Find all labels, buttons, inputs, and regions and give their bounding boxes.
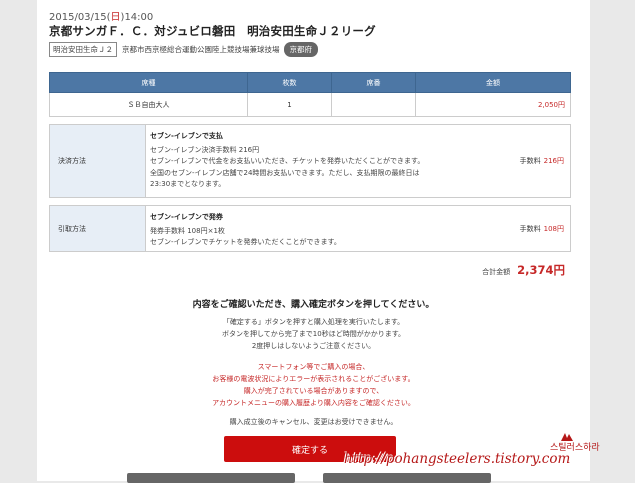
prefecture-badge: 京都府 [283, 41, 318, 57]
col-price: 金額 [415, 72, 571, 93]
pickup-detail-line: セブン-イレブンでチケットを発券いただくことができます。 [150, 238, 341, 246]
payment-detail-line: セブン-イレブンで代金をお支払いいただき、チケットを発券いただくことができます。 [150, 157, 425, 165]
confirm-note-line: 「確定する」ボタンを押すと購入処理を実行いたします。 [222, 318, 405, 326]
pickup-method-heading: セブン-イレブンで発券 [150, 213, 223, 221]
warning-line: スマートフォン等でご購入の場合、 [257, 363, 370, 371]
pickup-fee-amount: 108円 [543, 224, 564, 233]
payment-fee: 手数料 216円 [504, 125, 570, 197]
confirm-notes: 「確定する」ボタンを押すと購入処理を実行いたします。 ボタンを押してから完了まで… [37, 316, 590, 352]
pickup-method-content: セブン-イレブンで発券 発券手数料 108円×1枚 セブン-イレブンでチケットを… [146, 206, 504, 251]
ticket-table: 席種 枚数 席番 金額 ＳＢ自由大人 1 2,050円 [49, 72, 571, 117]
confirm-note-line: ボタンを押してから完了まで10秒ほど時間がかかります。 [222, 330, 405, 338]
secondary-button[interactable] [323, 473, 491, 483]
back-button[interactable] [127, 473, 295, 483]
watermark-url: http://pohangsteelers.tistory.com [344, 451, 571, 467]
payment-detail-line: 23:30までとなります。 [150, 180, 226, 188]
confirm-heading: 内容をご確認いただき、購入確定ボタンを押してください。 [192, 300, 435, 310]
match-date-text: 2015/03/15( [49, 12, 111, 23]
payment-fee-amount: 216円 [543, 157, 564, 165]
match-date: 2015/03/15(日)14:00 [49, 8, 153, 23]
total-amount: 合計金額 2,374円 [482, 262, 565, 278]
total-label: 合計金額 [482, 268, 511, 276]
payment-method-content: セブン-イレブンで支払 セブン-イレブン決済手数料 216円 セブン-イレブンで… [146, 125, 504, 197]
pickup-method-box: 引取方法 セブン-イレブンで発券 発券手数料 108円×1枚 セブン-イレブンで… [49, 205, 571, 252]
payment-method-heading: セブン-イレブンで支払 [150, 132, 223, 140]
payment-fee-label: 手数料 [519, 157, 541, 165]
price-cell: 2,050円 [415, 92, 571, 117]
league-tag: 明治安田生命Ｊ２ [49, 41, 117, 57]
warning-line: 購入が完了されている場合がありますので、 [243, 387, 384, 395]
purchase-confirmation-card: 2015/03/15(日)14:00 京都サンガＦ．Ｃ．対ジュビロ磐田 明治安田… [37, 0, 590, 483]
ticket-table-header: 席種 枚数 席番 金額 [49, 72, 571, 93]
pickup-fee-label: 手数料 [519, 224, 541, 233]
seat-type-cell: ＳＢ自由大人 [49, 92, 248, 117]
payment-detail-line: 全国のセブン-イレブン店舗で24時間お支払いできます。ただし、支払期限の最終日は [150, 168, 420, 177]
payment-detail-line: セブン-イレブン決済手数料 216円 [150, 145, 260, 154]
col-seat-type: 席種 [49, 72, 248, 93]
match-title: 京都サンガＦ．Ｃ．対ジュビロ磐田 明治安田生命Ｊ２リーグ [49, 24, 376, 38]
col-count: 枚数 [247, 72, 332, 93]
table-row: ＳＢ自由大人 1 2,050円 [49, 92, 571, 117]
warning-line: お客様の電波状況によりエラーが表示されることがございます。 [212, 375, 415, 383]
pickup-detail-line: 発券手数料 108円×1枚 [150, 226, 225, 235]
pickup-method-label: 引取方法 [50, 206, 146, 251]
match-day-of-week: 日 [110, 12, 121, 23]
confirm-note-line: 2度押しはしないようご注意ください。 [251, 342, 376, 350]
payment-method-label: 決済方法 [50, 125, 146, 197]
smartphone-warning: スマートフォン等でご購入の場合、 お客様の電波状況によりエラーが表示されることが… [37, 361, 590, 409]
col-seat-number: 席番 [331, 72, 416, 93]
match-meta: 明治安田生命Ｊ２ 京都市西京極総合運動公園陸上競技場兼球技場 京都府 [49, 41, 318, 57]
payment-method-box: 決済方法 セブン-イレブンで支払 セブン-イレブン決済手数料 216円 セブン-… [49, 124, 571, 198]
seat-number-cell [331, 92, 416, 117]
pickup-fee: 手数料 108円 [504, 206, 570, 251]
count-cell: 1 [247, 92, 332, 117]
venue-name: 京都市西京極総合運動公園陸上競技場兼球技場 [122, 44, 280, 54]
total-value: 2,374円 [517, 263, 565, 277]
cancel-note: 購入成立後のキャンセル、変更はお受けできません。 [229, 418, 398, 426]
warning-line: アカウントメニューの購入履歴より購入内容をご確認ください。 [212, 399, 415, 407]
match-time: )14:00 [120, 12, 154, 23]
